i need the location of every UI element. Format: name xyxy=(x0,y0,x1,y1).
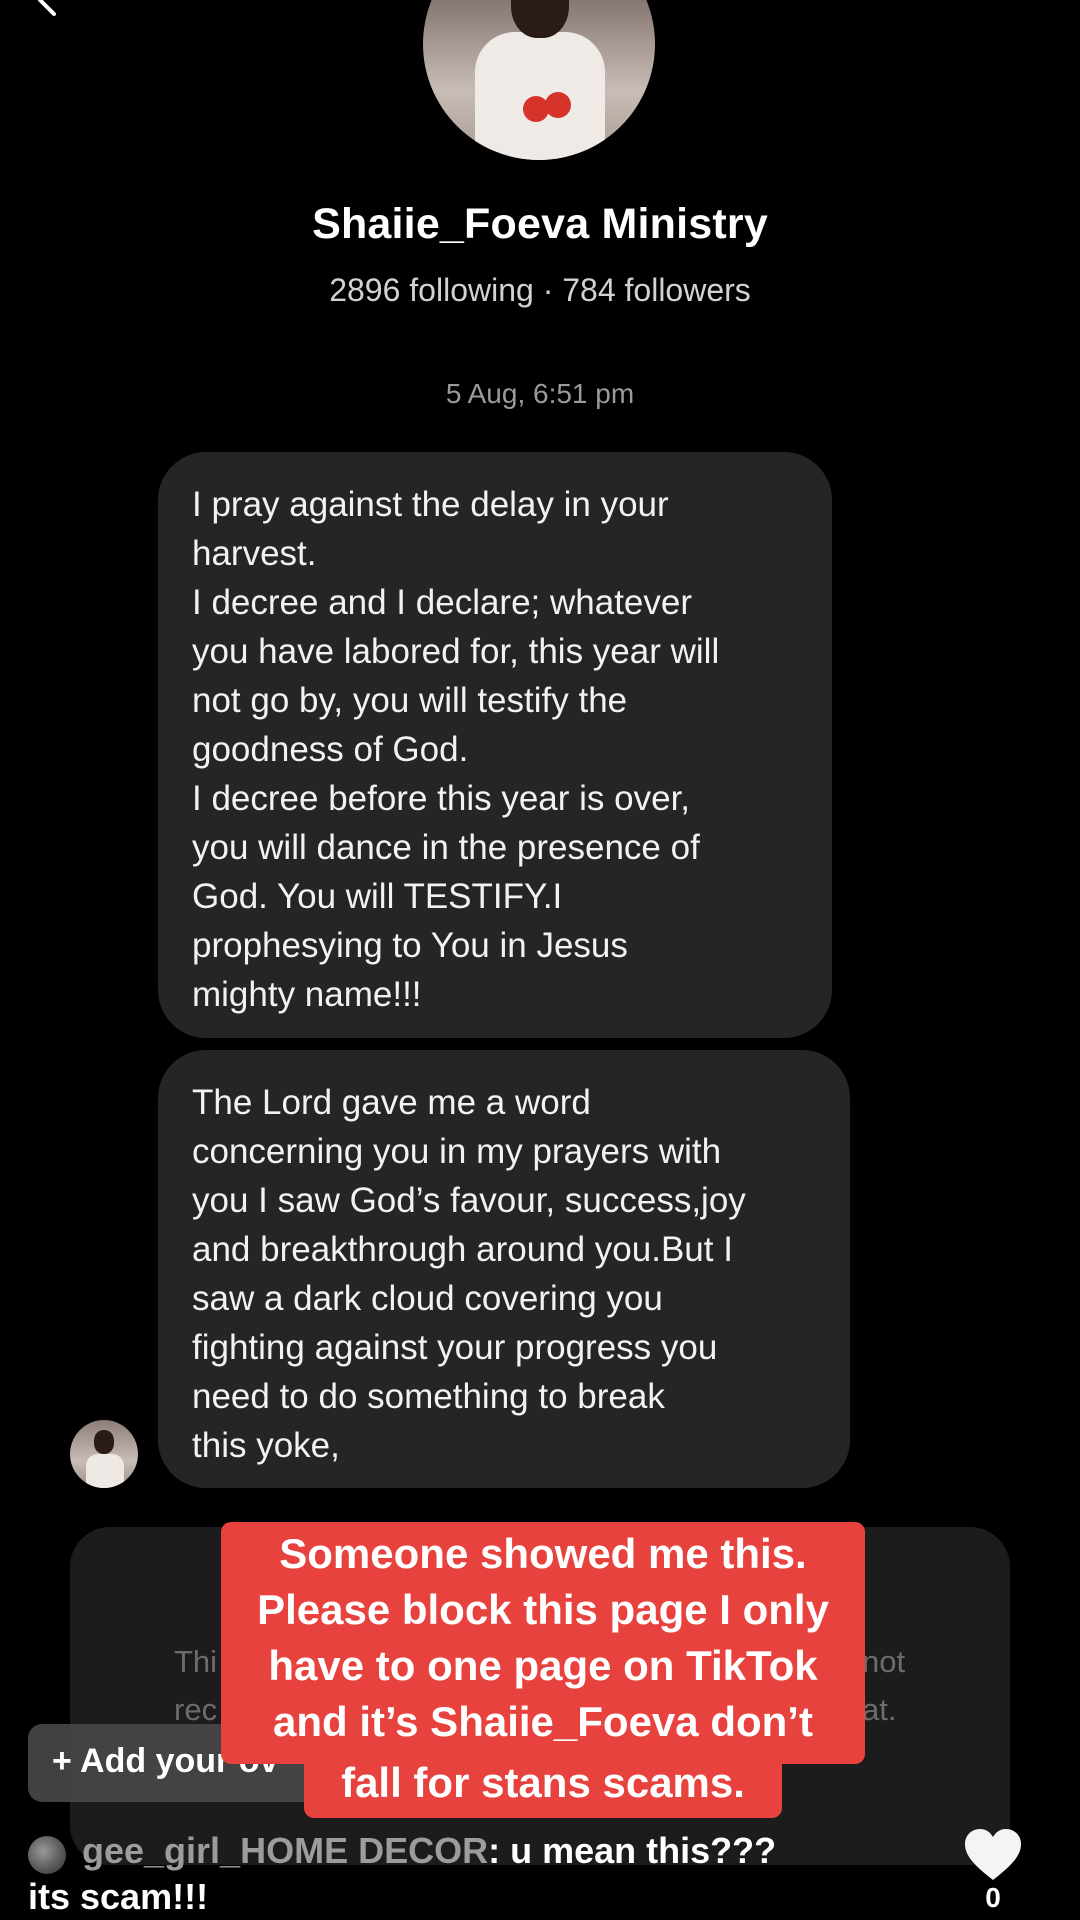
message-bubble[interactable]: The Lord gave me a word concerning you i… xyxy=(158,1050,850,1488)
avatar-cherry-graphic xyxy=(545,92,571,118)
caption-line: Please block this page I only xyxy=(257,1586,829,1633)
message-line: I decree and I declare; whatever xyxy=(192,583,693,622)
notice-fragment-line: not xyxy=(862,1644,906,1679)
message-line: prophesying to You in Jesus xyxy=(192,926,628,965)
message-line: not go by, you will testify the xyxy=(192,681,628,720)
like-count: 0 xyxy=(985,1882,1001,1913)
message-line: harvest. xyxy=(192,534,317,573)
notice-text-fragment: not at. xyxy=(862,1638,905,1734)
message-line: and breakthrough around you.But I xyxy=(192,1230,733,1269)
comment-username[interactable]: gee_girl_HOME DECOR xyxy=(82,1830,488,1871)
caption-line: Someone showed me this. xyxy=(279,1530,807,1577)
caption-line: and it’s Shaiie_Foeva don’t xyxy=(273,1698,813,1745)
notice-fragment-line: at. xyxy=(862,1692,897,1727)
message-bubble[interactable]: I pray against the delay in your harvest… xyxy=(158,452,832,1038)
message-line: goodness of God. xyxy=(192,730,469,769)
message-line: you will dance in the presence of xyxy=(192,828,700,867)
message-line: saw a dark cloud covering you xyxy=(192,1279,663,1318)
message-line: I decree before this year is over, xyxy=(192,779,691,818)
message-line: The Lord gave me a word xyxy=(192,1083,591,1122)
commenter-avatar[interactable] xyxy=(28,1836,66,1874)
comment-text: : u mean this??? xyxy=(488,1830,777,1871)
message-line: you have labored for, this year will xyxy=(192,632,720,671)
sender-avatar[interactable] xyxy=(70,1420,138,1488)
message-line: I pray against the delay in your xyxy=(192,485,669,524)
caption-overlay-last-line: fall for stans scams. xyxy=(304,1752,782,1818)
avatar-shirt xyxy=(86,1454,124,1488)
heart-icon[interactable] xyxy=(963,1828,1023,1882)
message-line: concerning you in my prayers with xyxy=(192,1132,722,1171)
profile-name[interactable]: Shaiie_Foeva Ministry xyxy=(0,200,1080,249)
comment-text-continued: its scam!!! xyxy=(28,1876,209,1917)
back-chevron-icon[interactable] xyxy=(30,0,66,18)
message-line: you I saw God’s favour, success,joy xyxy=(192,1181,746,1220)
message-line: God. You will TESTIFY.I xyxy=(192,877,563,916)
caption-overlay: Someone showed me this. Please block thi… xyxy=(221,1522,865,1764)
message-line: mighty name!!! xyxy=(192,975,422,1014)
message-line: need to do something to break xyxy=(192,1377,665,1416)
message-line: fighting against your progress you xyxy=(192,1328,718,1367)
caption-line: have to one page on TikTok xyxy=(268,1642,818,1689)
message-line: this yoke, xyxy=(192,1426,340,1465)
message-timestamp: 5 Aug, 6:51 pm xyxy=(445,378,635,409)
profile-stats: 2896 following · 784 followers xyxy=(329,272,751,308)
comment[interactable]: gee_girl_HOME DECOR: u mean this??? xyxy=(82,1830,776,1872)
notice-fragment-line: Thi xyxy=(174,1644,218,1679)
notice-text-fragment: Thi rec xyxy=(174,1638,217,1734)
profile-avatar[interactable] xyxy=(423,0,655,160)
avatar-face xyxy=(94,1430,114,1454)
